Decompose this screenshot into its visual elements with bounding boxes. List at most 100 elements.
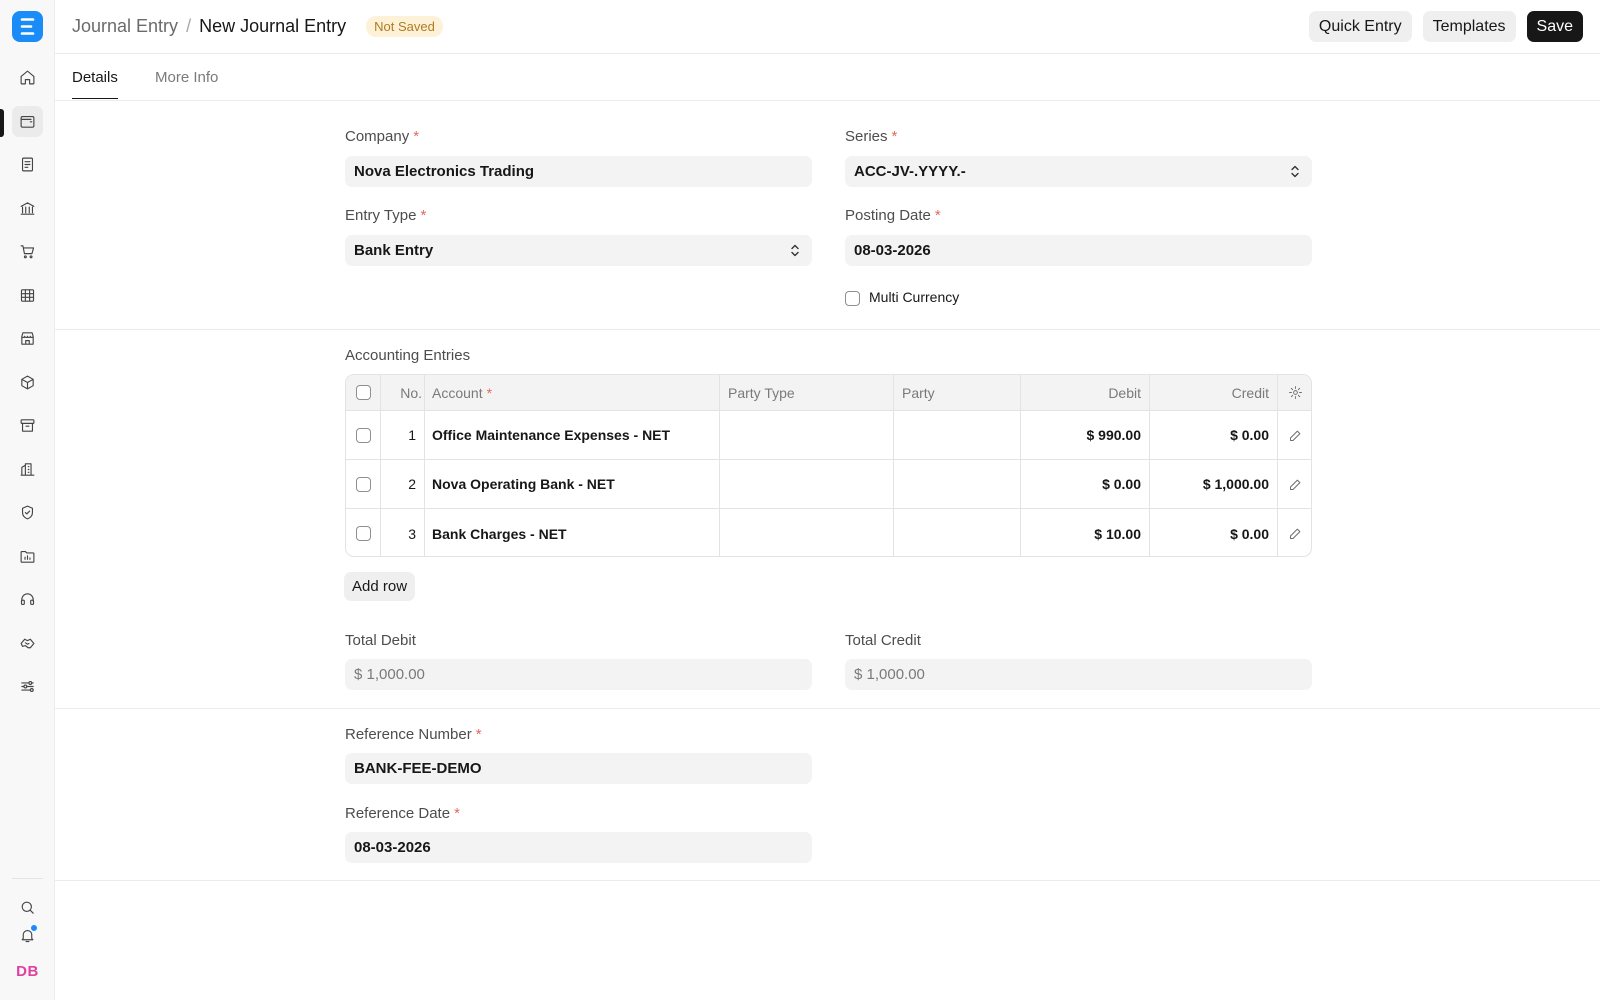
- sidebar-item-selling[interactable]: [12, 323, 43, 354]
- section-divider: [55, 708, 1600, 709]
- row-account[interactable]: Nova Operating Bank - NET: [432, 460, 717, 508]
- sidebar-item-buying[interactable]: [12, 236, 43, 267]
- column-header-party-type: Party Type: [728, 384, 795, 401]
- app-logo[interactable]: [12, 11, 43, 42]
- headset-icon: [20, 593, 35, 606]
- breadcrumb-separator: /: [186, 16, 192, 36]
- column-header-account: Account *: [432, 384, 493, 401]
- row-checkbox[interactable]: [355, 427, 371, 443]
- multi-currency-checkbox[interactable]: [845, 291, 860, 306]
- quick-entry-button[interactable]: Quick Entry: [1308, 11, 1412, 42]
- cart-icon: [20, 245, 35, 259]
- select-all-checkbox[interactable]: [355, 385, 371, 400]
- sidebar-item-manufacturing[interactable]: [12, 454, 43, 485]
- shield-icon: [21, 505, 34, 520]
- status-badge: Not Saved: [366, 16, 443, 37]
- sidebar-item-bank[interactable]: [12, 193, 43, 224]
- row-party-type[interactable]: [728, 509, 888, 556]
- page-header: Journal Entry / New Journal Entry Not Sa…: [55, 0, 1600, 54]
- row-debit[interactable]: $ 0.00: [1020, 460, 1141, 508]
- add-row-button[interactable]: Add row: [344, 572, 416, 601]
- column-header-credit: Credit: [1231, 384, 1269, 401]
- sidebar-item-reports[interactable]: [12, 280, 43, 311]
- tab-more-info[interactable]: More Info: [155, 69, 218, 98]
- reference-number-label: Reference Number *: [345, 726, 482, 743]
- tab-bar: Details More Info: [55, 54, 1600, 101]
- search-icon: [21, 901, 34, 914]
- column-header-debit: Debit: [1108, 384, 1141, 401]
- row-edit-button[interactable]: [1277, 509, 1311, 556]
- row-party[interactable]: [902, 411, 1012, 459]
- table-row[interactable]: 2 Nova Operating Bank - NET $ 0.00 $ 1,0…: [346, 460, 1311, 509]
- sidebar-item-settings[interactable]: [12, 671, 43, 702]
- sidebar-item-documents[interactable]: [12, 149, 43, 180]
- row-edit-button[interactable]: [1277, 460, 1311, 508]
- table-row[interactable]: 3 Bank Charges - NET $ 10.00 $ 0.00: [346, 509, 1311, 556]
- sidebar-item-stock[interactable]: [12, 367, 43, 398]
- row-checkbox[interactable]: [355, 476, 371, 492]
- sidebar-item-projects[interactable]: [12, 541, 43, 572]
- tab-details[interactable]: Details: [72, 69, 118, 99]
- entry-type-select[interactable]: Bank Entry: [345, 235, 812, 266]
- table-row[interactable]: 1 Office Maintenance Expenses - NET $ 99…: [346, 411, 1311, 460]
- home-icon: [20, 70, 35, 85]
- wallet-icon: [20, 115, 35, 128]
- sidebar-notifications[interactable]: [12, 920, 43, 951]
- gear-icon: [1288, 386, 1302, 399]
- row-credit[interactable]: $ 0.00: [1149, 411, 1269, 459]
- bank-icon: [20, 202, 35, 215]
- multi-currency-label[interactable]: Multi Currency: [869, 289, 959, 305]
- reference-date-field[interactable]: 08-03-2026: [345, 832, 812, 863]
- row-number: 1: [408, 427, 416, 443]
- logo-icon: [20, 18, 35, 35]
- sidebar-item-crm[interactable]: [12, 628, 43, 659]
- avatar[interactable]: DB: [12, 956, 43, 987]
- row-account[interactable]: Bank Charges - NET: [432, 509, 717, 556]
- row-checkbox[interactable]: [355, 526, 371, 541]
- active-indicator: [0, 109, 4, 137]
- series-select[interactable]: ACC-JV-.YYYY.-: [845, 156, 1312, 187]
- pencil-icon: [1289, 479, 1300, 490]
- sidebar: DB: [0, 0, 55, 1000]
- document-icon: [21, 157, 34, 172]
- row-number: 2: [408, 476, 416, 492]
- row-credit[interactable]: $ 1,000.00: [1149, 460, 1269, 508]
- total-credit-field: $ 1,000.00: [845, 659, 1312, 690]
- row-party[interactable]: [902, 509, 1012, 556]
- row-debit[interactable]: $ 10.00: [1020, 509, 1141, 556]
- row-edit-button[interactable]: [1277, 411, 1311, 459]
- sidebar-item-accounting[interactable]: [12, 106, 43, 137]
- sidebar-item-quality[interactable]: [12, 497, 43, 528]
- sidebar-item-home[interactable]: [12, 62, 43, 93]
- breadcrumb: Journal Entry / New Journal Entry Not Sa…: [72, 16, 443, 37]
- section-divider: [55, 880, 1600, 881]
- reference-date-label: Reference Date *: [345, 805, 460, 822]
- templates-button[interactable]: Templates: [1422, 11, 1516, 42]
- breadcrumb-parent[interactable]: Journal Entry: [72, 16, 178, 37]
- chevron-up-down-icon: [791, 244, 799, 257]
- package-icon: [21, 375, 34, 390]
- section-divider: [55, 329, 1600, 330]
- row-debit[interactable]: $ 990.00: [1020, 411, 1142, 459]
- accounting-entries-table: No. Account * Party Type Party Debit Cred…: [345, 374, 1312, 557]
- entry-type-label: Entry Type *: [345, 207, 427, 224]
- row-party[interactable]: [902, 460, 1012, 508]
- total-debit-label: Total Debit: [345, 632, 416, 649]
- sidebar-search[interactable]: [12, 892, 43, 923]
- row-party-type[interactable]: [728, 411, 888, 459]
- company-field[interactable]: Nova Electronics Trading: [345, 156, 812, 187]
- notification-dot: [30, 924, 38, 932]
- reference-number-field[interactable]: BANK-FEE-DEMO: [345, 753, 812, 784]
- row-account[interactable]: Office Maintenance Expenses - NET: [432, 411, 717, 459]
- pencil-icon: [1289, 528, 1300, 539]
- company-label: Company *: [345, 128, 420, 145]
- row-credit[interactable]: $ 0.00: [1149, 509, 1269, 556]
- row-party-type[interactable]: [728, 460, 888, 508]
- sidebar-item-assets[interactable]: [12, 410, 43, 441]
- column-settings[interactable]: [1277, 375, 1311, 410]
- save-button[interactable]: Save: [1526, 11, 1583, 42]
- page-title: New Journal Entry: [199, 16, 347, 36]
- archive-icon: [20, 419, 35, 432]
- posting-date-field[interactable]: 08-03-2026: [845, 235, 1312, 266]
- sidebar-item-support[interactable]: [12, 584, 43, 615]
